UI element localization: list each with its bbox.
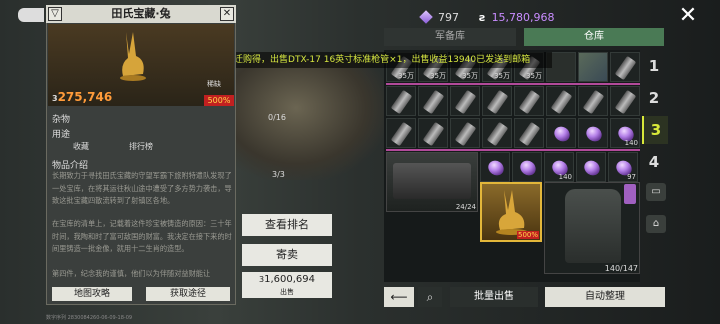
coin-count: 15,780,968 — [491, 10, 555, 24]
row-divider — [386, 83, 640, 85]
slot-count-b: 3/3 — [272, 170, 285, 179]
close-panel-icon[interactable]: ✕ — [220, 7, 234, 21]
ammo-item[interactable] — [514, 86, 544, 116]
item-title: 田氏宝藏·兔 — [46, 5, 236, 23]
ammo-item[interactable] — [418, 118, 448, 148]
item-description-3: 第四件，纪念我的谨慎，他们以为伴随对益财能让 — [52, 269, 211, 278]
gem-item[interactable]: 97 — [608, 152, 638, 182]
gem-item[interactable] — [480, 152, 510, 182]
coin-icon: ƨ — [479, 10, 486, 24]
rarity-label: 稀缺 — [207, 80, 221, 88]
sell-button[interactable]: 31,600,694 出售 — [242, 272, 332, 298]
gem-count: 797 — [438, 10, 459, 24]
map-item[interactable] — [578, 52, 608, 82]
item-price: 3275,746 — [52, 90, 113, 104]
grid-row-3: 140 — [386, 118, 640, 148]
consign-button[interactable]: 寄卖 — [242, 244, 332, 266]
grid-row-2 — [386, 86, 640, 116]
page-4[interactable]: 4 — [642, 148, 666, 176]
gem-item[interactable] — [578, 118, 608, 148]
auto-sort-button[interactable]: 自动整理 — [545, 287, 665, 307]
gem-item[interactable] — [576, 152, 606, 182]
search-icon[interactable]: ⌕ — [418, 287, 442, 307]
ammo-item[interactable] — [418, 86, 448, 116]
ammo-item[interactable] — [450, 86, 480, 116]
item-category: 杂物 — [52, 115, 71, 125]
source-button[interactable]: 获取途径 — [146, 287, 230, 301]
page-1[interactable]: 1 — [642, 52, 666, 80]
rabbit-statue-image — [120, 32, 146, 81]
page-3[interactable]: 3 — [642, 116, 668, 144]
gem-item[interactable] — [512, 152, 542, 182]
ammo-item[interactable] — [482, 118, 512, 148]
value-multiplier-badge: 500% — [204, 95, 234, 106]
gold-rabbit-item[interactable]: 500% — [480, 182, 542, 242]
ammo-item[interactable] — [546, 86, 576, 116]
figure-item[interactable] — [624, 184, 636, 204]
ammo-item[interactable] — [610, 52, 640, 82]
storage-expand-icon[interactable]: ▭ — [646, 183, 666, 201]
hard-case-item[interactable]: 24/24 — [386, 152, 478, 212]
item-description-2: 在宝库的清单上，记载着这件珍宝被铸造的原因：三十年时间，我陶和时了富可敌国的财富… — [52, 219, 232, 253]
gem-item[interactable]: 140 — [544, 152, 574, 182]
collect-button[interactable]: 收藏 — [52, 140, 110, 153]
batch-sell-button[interactable]: 批量出售 — [450, 287, 538, 307]
close-icon[interactable]: ✕ — [676, 4, 700, 28]
background-gear-image — [236, 60, 386, 180]
row-divider — [386, 149, 640, 151]
ammo-item[interactable] — [482, 86, 512, 116]
back-arrow-icon[interactable]: ⟵ — [384, 287, 414, 307]
ammo-item[interactable] — [450, 118, 480, 148]
map-guide-button[interactable]: 地图攻略 — [52, 287, 132, 301]
ammo-item[interactable] — [610, 86, 640, 116]
gem-item[interactable] — [546, 118, 576, 148]
footer-id: 数字序列 2830084260-06-09-18-09 — [46, 315, 133, 321]
collapse-icon[interactable]: ▽ — [48, 7, 62, 21]
gem-row: 140 97 — [480, 152, 638, 182]
gem-item[interactable]: 140 — [610, 118, 640, 148]
ammo-item[interactable] — [386, 86, 416, 116]
page-2[interactable]: 2 — [642, 84, 666, 112]
item-description: 长期致力于寻找田氏宝藏的守望军霸下旅附特遣队发现了一处宝库，在将其运往秋山途中遭… — [52, 171, 232, 205]
gift-icon[interactable]: ⌂ — [646, 215, 666, 233]
panel-toggle[interactable] — [18, 8, 44, 22]
gem-icon — [419, 10, 433, 24]
slot-count-a: 0/16 — [268, 113, 286, 122]
ammo-item[interactable] — [514, 118, 544, 148]
rank-button[interactable]: 排行榜 — [112, 140, 170, 153]
tab-warehouse[interactable]: 仓库 — [524, 28, 664, 46]
ammo-item[interactable] — [578, 86, 608, 116]
ammo-item[interactable] — [386, 118, 416, 148]
tab-armory[interactable]: 军备库 — [384, 28, 516, 46]
currency-bar: 797 ƨ 15,780,968 — [419, 6, 555, 28]
view-rank-button[interactable]: 查看排名 — [242, 214, 332, 236]
usage-label: 用途 — [52, 130, 71, 140]
